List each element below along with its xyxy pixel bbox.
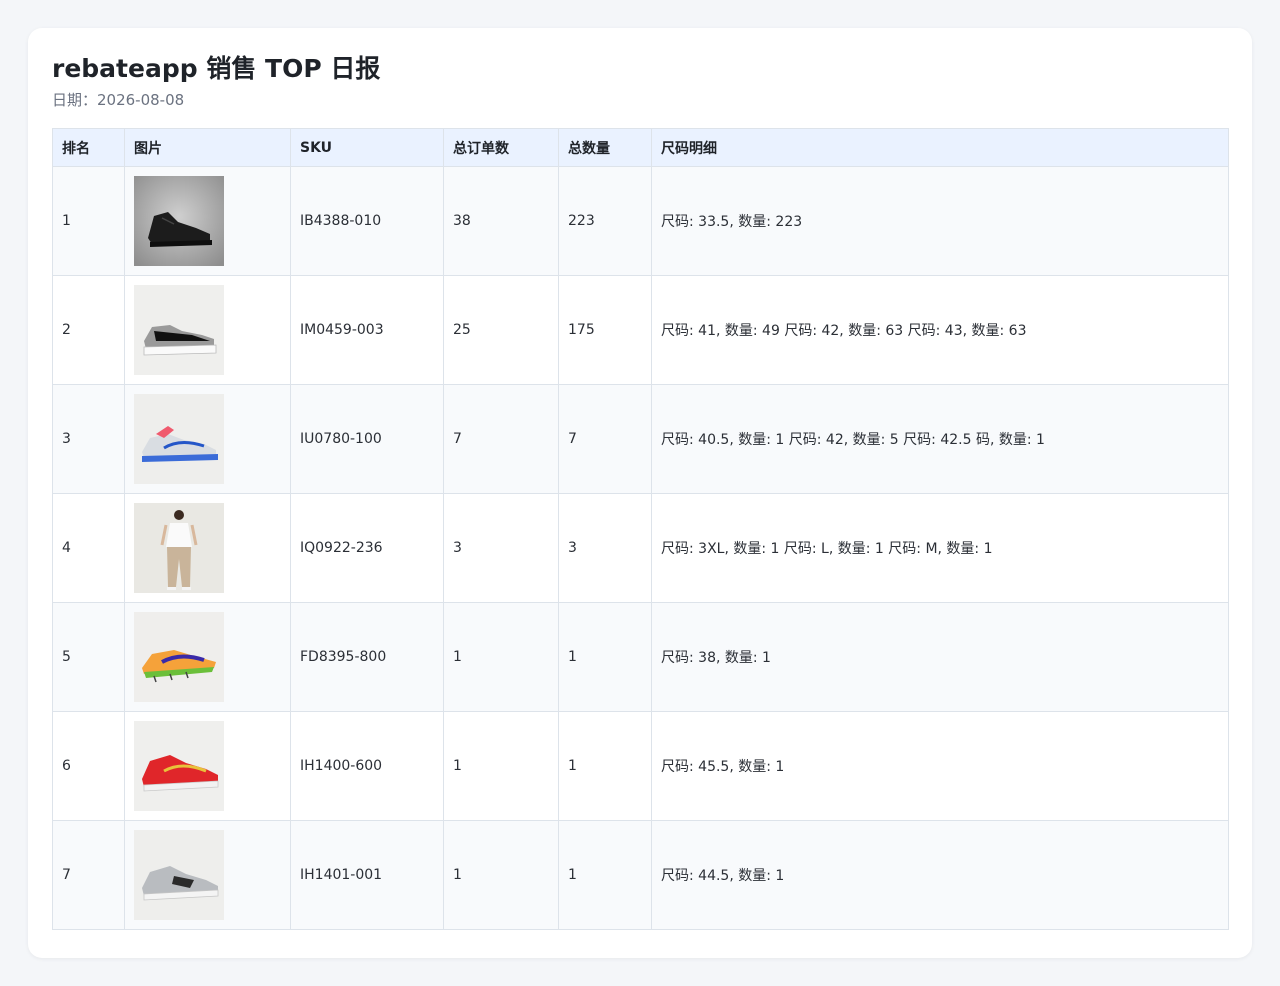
product-thumbnail xyxy=(134,285,224,375)
cell-rank: 2 xyxy=(52,275,125,385)
cell-rank: 7 xyxy=(52,820,125,930)
report-date: 日期：2026-08-08 xyxy=(52,91,185,109)
cell-image xyxy=(124,493,291,603)
cell-size-detail: 尺码: 3XL, 数量: 1 尺码: L, 数量: 1 尺码: M, 数量: 1 xyxy=(651,493,1229,603)
product-thumbnail xyxy=(134,721,224,811)
cell-sku: IM0459-003 xyxy=(290,275,444,385)
cell-rank: 5 xyxy=(52,602,125,712)
sales-table: 排名 图片 SKU 总订单数 总数量 尺码明细 1 IB4388-010 38 … xyxy=(52,128,1229,930)
white-blue-pink-running-shoe-image xyxy=(134,394,224,484)
grey-basketball-shoe-image xyxy=(134,830,224,920)
cell-quantity: 1 xyxy=(558,820,652,930)
cell-sku: IH1401-001 xyxy=(290,820,444,930)
page-title: rebateapp 销售 TOP 日报 xyxy=(52,54,381,83)
cell-orders: 3 xyxy=(443,493,559,603)
cell-sku: IQ0922-236 xyxy=(290,493,444,603)
product-thumbnail xyxy=(134,394,224,484)
orange-spike-shoe-image xyxy=(134,612,224,702)
cell-orders: 1 xyxy=(443,602,559,712)
cell-image xyxy=(124,820,291,930)
cell-quantity: 3 xyxy=(558,493,652,603)
cell-rank: 4 xyxy=(52,493,125,603)
table-row: 1 IB4388-010 38 223 尺码: 33.5, 数量: 223 xyxy=(52,166,1229,276)
cell-image xyxy=(124,711,291,821)
cell-size-detail: 尺码: 41, 数量: 49 尺码: 42, 数量: 63 尺码: 43, 数量… xyxy=(651,275,1229,385)
cell-rank: 3 xyxy=(52,384,125,494)
product-thumbnail xyxy=(134,176,224,266)
cell-orders: 7 xyxy=(443,384,559,494)
product-thumbnail xyxy=(134,503,224,593)
cell-rank: 6 xyxy=(52,711,125,821)
table-row: 4 IQ0922-236 3 3 尺码: 3XL, 数量: 1 尺码: L, 数… xyxy=(52,493,1229,603)
table-row: 6 IH1400-600 1 1 尺码: 45.5, 数量: 1 xyxy=(52,711,1229,821)
header-quantity: 总数量 xyxy=(558,128,652,167)
cell-size-detail: 尺码: 40.5, 数量: 1 尺码: 42, 数量: 5 尺码: 42.5 码… xyxy=(651,384,1229,494)
cell-sku: IB4388-010 xyxy=(290,166,444,276)
cell-quantity: 1 xyxy=(558,602,652,712)
cell-quantity: 223 xyxy=(558,166,652,276)
product-thumbnail xyxy=(134,830,224,920)
cell-rank: 1 xyxy=(52,166,125,276)
cell-quantity: 1 xyxy=(558,711,652,821)
cell-sku: IU0780-100 xyxy=(290,384,444,494)
table-header-row: 排名 图片 SKU 总订单数 总数量 尺码明细 xyxy=(52,128,1229,167)
cell-orders: 38 xyxy=(443,166,559,276)
cell-orders: 1 xyxy=(443,711,559,821)
cell-size-detail: 尺码: 38, 数量: 1 xyxy=(651,602,1229,712)
table-row: 2 IM0459-003 25 175 尺码: 41, 数量: 49 尺码: 4… xyxy=(52,275,1229,385)
header-image: 图片 xyxy=(124,128,291,167)
cell-image xyxy=(124,166,291,276)
product-thumbnail xyxy=(134,612,224,702)
cell-size-detail: 尺码: 33.5, 数量: 223 xyxy=(651,166,1229,276)
table-row: 3 IU0780-100 7 7 尺码: 40.5, 数量: 1 尺码: 42,… xyxy=(52,384,1229,494)
report-card: rebateapp 销售 TOP 日报 日期：2026-08-08 排名 图片 … xyxy=(28,28,1252,958)
header-orders: 总订单数 xyxy=(443,128,559,167)
cell-size-detail: 尺码: 45.5, 数量: 1 xyxy=(651,711,1229,821)
cell-sku: IH1400-600 xyxy=(290,711,444,821)
cell-orders: 1 xyxy=(443,820,559,930)
header-sku: SKU xyxy=(290,128,444,167)
apparel-model-image xyxy=(134,503,224,593)
cell-sku: FD8395-800 xyxy=(290,602,444,712)
black-white-grey-sneaker-image xyxy=(134,285,224,375)
black-sneaker-image xyxy=(134,176,224,266)
header-size-detail: 尺码明细 xyxy=(651,128,1229,167)
cell-quantity: 7 xyxy=(558,384,652,494)
cell-image xyxy=(124,384,291,494)
cell-quantity: 175 xyxy=(558,275,652,385)
red-basketball-shoe-image xyxy=(134,721,224,811)
table-row: 7 IH1401-001 1 1 尺码: 44.5, 数量: 1 xyxy=(52,820,1229,930)
cell-orders: 25 xyxy=(443,275,559,385)
header-rank: 排名 xyxy=(52,128,125,167)
cell-size-detail: 尺码: 44.5, 数量: 1 xyxy=(651,820,1229,930)
table-row: 5 FD8395-800 1 1 尺码: 38, 数量: 1 xyxy=(52,602,1229,712)
cell-image xyxy=(124,602,291,712)
cell-image xyxy=(124,275,291,385)
